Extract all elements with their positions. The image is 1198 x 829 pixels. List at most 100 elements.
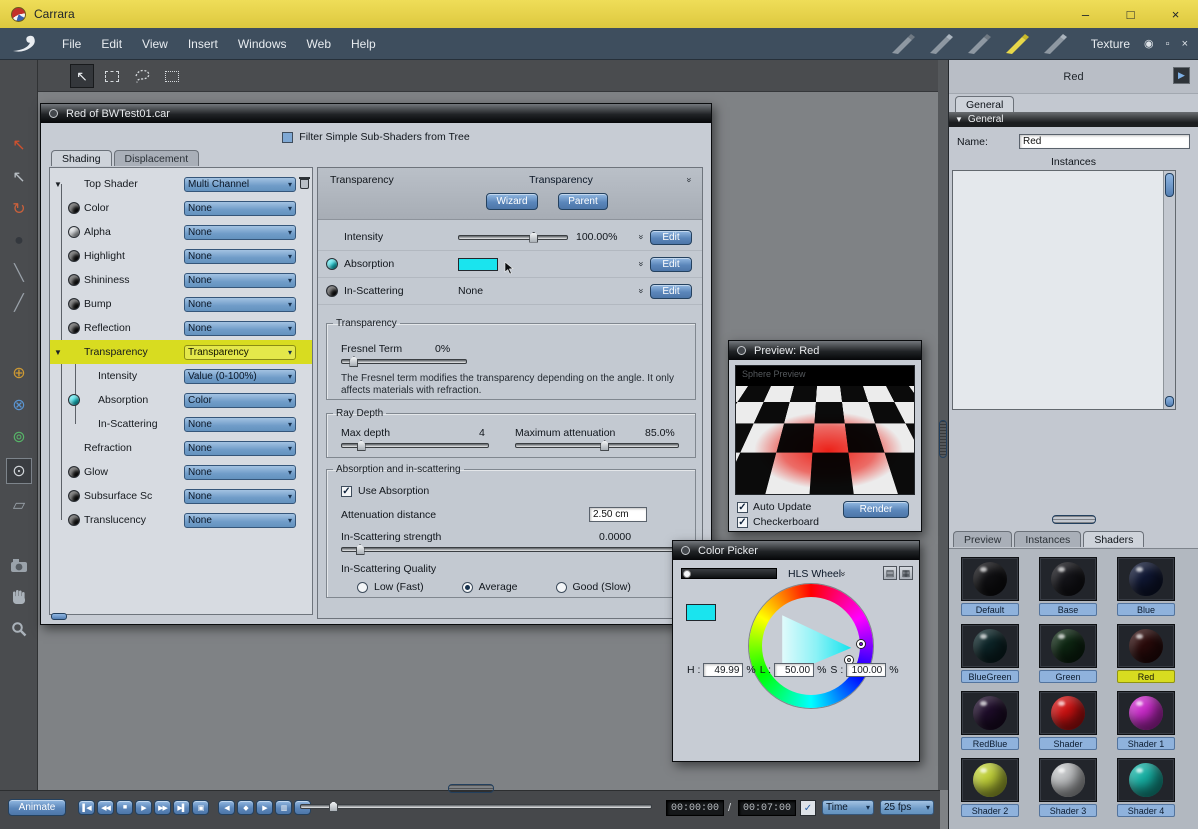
- gizmo-rotate-tool[interactable]: ⊚: [6, 424, 32, 450]
- intensity-slider[interactable]: [458, 231, 568, 243]
- scrollbar-thumb[interactable]: [1165, 173, 1174, 197]
- tree-row-dropdown[interactable]: None ▾: [184, 272, 296, 288]
- tree-row-dropdown[interactable]: None ▾: [184, 248, 296, 264]
- menu-item[interactable]: File: [52, 37, 91, 51]
- document-tab[interactable]: Shading: [51, 150, 112, 166]
- shader-thumbnail[interactable]: [961, 624, 1019, 668]
- close-button[interactable]: ×: [1153, 7, 1198, 22]
- shader-type-dropdown[interactable]: Transparency »: [428, 172, 694, 187]
- menu-item[interactable]: View: [132, 37, 178, 51]
- tree-row[interactable]: ▼ Top Shader Multi Channel ▾: [50, 172, 312, 196]
- color-picker-titlebar[interactable]: Color Picker: [673, 541, 919, 560]
- film-options-button[interactable]: ▣: [192, 800, 209, 815]
- tree-row-dropdown[interactable]: Multi Channel ▾: [184, 176, 296, 192]
- camera-tool[interactable]: [6, 552, 32, 578]
- tree-row-dropdown[interactable]: None ▾: [184, 440, 296, 456]
- menu-item[interactable]: Web: [297, 37, 341, 51]
- document-titlebar[interactable]: Red of BWTest01.car: [41, 104, 711, 123]
- current-time-field[interactable]: 00:00:00: [666, 800, 724, 816]
- rect-lasso-select-tool[interactable]: [160, 64, 184, 88]
- window-shade-button[interactable]: [737, 346, 746, 355]
- tree-row[interactable]: ▼ Color None▾: [50, 196, 312, 220]
- shader-item[interactable]: Base: [1039, 557, 1097, 616]
- panel-close-icon[interactable]: ×: [1182, 38, 1188, 50]
- radio-icon[interactable]: [555, 581, 567, 593]
- document-tab[interactable]: Displacement: [113, 150, 200, 166]
- shader-label[interactable]: RedBlue: [961, 737, 1019, 750]
- tab-general[interactable]: General: [955, 96, 1015, 112]
- window-shade-button[interactable]: [681, 546, 690, 555]
- fresnel-slider[interactable]: [341, 356, 467, 367]
- use-absorption-checkbox[interactable]: ✓: [341, 485, 352, 497]
- quality-option[interactable]: Good (Slow): [555, 581, 631, 593]
- save-color-button[interactable]: ▤: [883, 566, 897, 580]
- shader-thumbnail[interactable]: [1039, 758, 1097, 802]
- timeline-scrubber[interactable]: [300, 801, 652, 812]
- shader-name-input[interactable]: [1019, 134, 1190, 149]
- gizmo-universal-tool[interactable]: ⊕: [6, 360, 32, 386]
- splitter-handle[interactable]: [939, 420, 947, 458]
- expander-icon[interactable]: ▼: [54, 348, 68, 357]
- maximize-button[interactable]: □: [1108, 7, 1153, 22]
- absorption-edit-button[interactable]: Edit: [650, 256, 692, 272]
- animate-button[interactable]: Animate: [8, 799, 66, 816]
- gizmo-scale-tool[interactable]: ⊙: [6, 458, 32, 484]
- marquee-select-tool[interactable]: [100, 64, 124, 88]
- trash-icon[interactable]: [299, 177, 310, 189]
- rotate-tool[interactable]: ↻: [6, 196, 32, 222]
- wizard-button[interactable]: Wizard: [486, 193, 538, 210]
- shader-thumbnail[interactable]: [1117, 557, 1175, 601]
- tree-row[interactable]: ▼ Intensity Value (0-100%)▾: [50, 364, 312, 388]
- shader-item[interactable]: BlueGreen: [961, 624, 1019, 683]
- play-button[interactable]: ▶: [135, 800, 152, 815]
- tree-row-dropdown[interactable]: None ▾: [184, 224, 296, 240]
- quality-option[interactable]: Average: [461, 581, 518, 593]
- render-room-icon[interactable]: [1041, 32, 1071, 56]
- minimize-button[interactable]: –: [1063, 7, 1108, 22]
- shader-item[interactable]: Shader 1: [1117, 691, 1175, 750]
- texture-room-icon[interactable]: [1003, 32, 1033, 56]
- shader-label[interactable]: Shader 1: [1117, 737, 1175, 750]
- hue-marker[interactable]: [857, 640, 865, 648]
- render-button[interactable]: Render: [843, 501, 909, 518]
- tree-row[interactable]: ▼ Reflection None▾: [50, 316, 312, 340]
- next-keyframe-button[interactable]: ▶: [256, 800, 273, 815]
- inscattering-strength-slider[interactable]: [341, 544, 681, 555]
- shader-thumbnail[interactable]: [1117, 624, 1175, 668]
- assemble-room-icon[interactable]: [889, 32, 919, 56]
- general-section-bar[interactable]: ▼ General: [949, 112, 1198, 127]
- tree-row[interactable]: ▼ Glow None▾: [50, 460, 312, 484]
- window-shade-button[interactable]: [49, 109, 58, 118]
- sphere-tool[interactable]: ●: [6, 228, 32, 254]
- time-mode-dropdown[interactable]: Time ▾: [822, 800, 874, 815]
- tree-row[interactable]: ▼ In-Scattering None▾: [50, 412, 312, 436]
- shader-thumbnail[interactable]: [961, 758, 1019, 802]
- shader-item[interactable]: Default: [961, 557, 1019, 616]
- shader-item[interactable]: Shader 2: [961, 758, 1019, 817]
- preview-titlebar[interactable]: Preview: Red: [729, 341, 921, 360]
- tree-row-dropdown[interactable]: None ▾: [184, 416, 296, 432]
- tree-row[interactable]: ▼ Shininess None▾: [50, 268, 312, 292]
- tree-row-dropdown[interactable]: None ▾: [184, 512, 296, 528]
- uv-paint-tool[interactable]: ▱: [6, 492, 32, 518]
- tree-row-dropdown[interactable]: Value (0-100%) ▾: [184, 368, 296, 384]
- attenuation-distance-input[interactable]: [589, 507, 647, 522]
- filter-subshaders-checkbox[interactable]: [282, 131, 294, 143]
- radio-icon[interactable]: [357, 581, 368, 593]
- tree-row[interactable]: ▼ Highlight None▾: [50, 244, 312, 268]
- shader-label[interactable]: Shader 4: [1117, 804, 1175, 817]
- palette-button[interactable]: ▦: [899, 566, 913, 580]
- shader-item[interactable]: RedBlue: [961, 691, 1019, 750]
- total-time-field[interactable]: 00:07:00: [738, 800, 796, 816]
- shader-label[interactable]: BlueGreen: [961, 670, 1019, 683]
- menu-item[interactable]: Windows: [228, 37, 297, 51]
- first-frame-button[interactable]: ▌◀: [78, 800, 95, 815]
- tree-row-dropdown[interactable]: Color ▾: [184, 392, 296, 408]
- shader-thumbnail[interactable]: [961, 691, 1019, 735]
- expander-icon[interactable]: ▼: [54, 180, 68, 189]
- pan-hand-tool[interactable]: [6, 584, 32, 610]
- window-shade-icon[interactable]: ▫: [1166, 38, 1170, 50]
- prev-frame-button[interactable]: ◀◀: [97, 800, 114, 815]
- stop-button[interactable]: ■: [116, 800, 133, 815]
- pointer-tool[interactable]: ↖: [6, 132, 32, 158]
